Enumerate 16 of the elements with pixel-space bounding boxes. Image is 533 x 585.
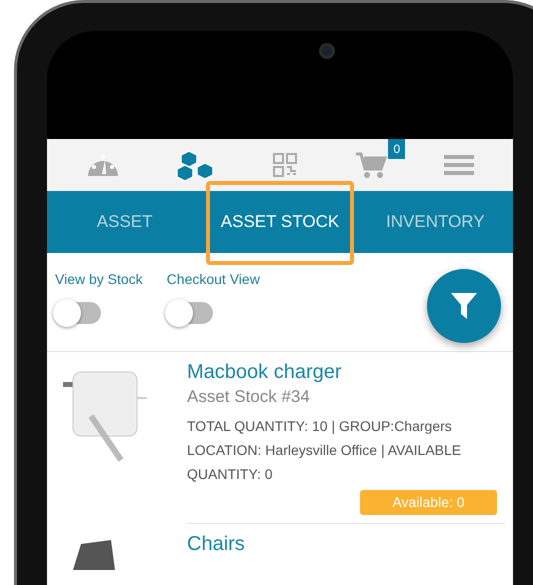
tab[interactable]: ASSET [47,191,202,253]
item-title: Chairs [187,532,246,556]
item-title: Macbook charger [187,360,343,384]
toggle-label: View by Stock [55,270,143,289]
cart-count-badge: 0 [388,139,406,159]
availability-badge: Available: 0 [360,490,497,514]
tab[interactable]: ASSET STOCK [202,191,358,253]
filter-icon [450,291,478,321]
toggle-switch[interactable] [55,302,101,324]
toggle-switch[interactable] [166,302,213,324]
toggle-label: Checkout View [166,270,260,289]
item-subtitle: Asset Stock #34 [187,386,311,408]
camera-icon [319,43,335,59]
tab[interactable]: INVENTORY [358,191,513,253]
item-details: TOTAL QUANTITY: 10 | GROUP:Chargers LOCATION: Harleysville Office | AVAILABLE QUANTITY: 0 [187,416,462,484]
filter-button[interactable] [427,269,501,343]
